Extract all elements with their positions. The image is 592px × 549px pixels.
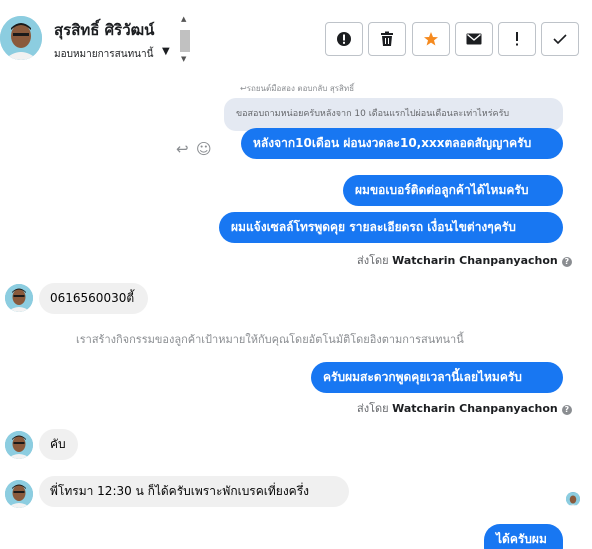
- sent-by-label: ส่งโดย Watcharin Chanpanyachon?: [357, 399, 572, 417]
- help-icon[interactable]: ?: [561, 257, 572, 267]
- star-icon: [424, 32, 438, 46]
- exclamation-circle-icon: [337, 32, 351, 46]
- outgoing-message[interactable]: ผมขอเบอร์ติดต่อลูกค้าได้ไหมครับ: [343, 175, 563, 206]
- contact-avatar: [5, 480, 33, 508]
- contact-avatar[interactable]: [0, 16, 42, 60]
- sent-by-prefix: ส่งโดย: [357, 254, 389, 267]
- sent-by-label: ส่งโดย Watcharin Chanpanyachon?: [357, 251, 572, 269]
- report-button[interactable]: [325, 22, 363, 56]
- incoming-message[interactable]: พี่โทรมา 12:30 น ก็ได้ครับเพราะพักเบรคเท…: [39, 476, 349, 507]
- exclamation-icon: [516, 32, 518, 46]
- outgoing-message[interactable]: ครับผมสะดวกพูดคุยเวลานี้เลยไหมครับ: [311, 362, 563, 393]
- seen-receipt-avatar: [566, 492, 580, 506]
- sent-by-prefix: ส่งโดย: [357, 402, 389, 415]
- reply-context-label: ↩รถยนต์มือสอง ตอบกลับ สุรสิทธิ์: [240, 84, 355, 93]
- star-button[interactable]: [412, 22, 450, 56]
- spam-button[interactable]: [498, 22, 536, 56]
- check-icon: [553, 34, 567, 45]
- conversation-header: สุรสิทธิ์ ศิริวัฒน์ มอบหมายการสนทนานี้ ▼…: [0, 0, 592, 78]
- assign-conversation-label[interactable]: มอบหมายการสนทนานี้: [54, 47, 153, 62]
- mark-unread-button[interactable]: [455, 22, 493, 56]
- sender-name: Watcharin Chanpanyachon: [392, 254, 558, 267]
- scroll-up-icon[interactable]: ▲: [181, 16, 186, 23]
- done-button[interactable]: [541, 22, 579, 56]
- outgoing-message[interactable]: ผมแจ้งเซลล์โทรพูดคุย รายละเอียดรถ เงื่อน…: [219, 212, 563, 243]
- contact-name[interactable]: สุรสิทธิ์ ศิริวัฒน์: [54, 18, 154, 42]
- contact-avatar: [5, 431, 33, 459]
- incoming-message[interactable]: 0616560030ตี้: [39, 283, 148, 314]
- incoming-message[interactable]: คับ: [39, 429, 78, 460]
- delete-button[interactable]: [368, 22, 406, 56]
- emoji-reaction-icon[interactable]: ☺: [196, 140, 212, 158]
- system-notice: เราสร้างกิจกรรมของลูกค้าเป้าหมายให้กับคุ…: [76, 333, 464, 346]
- sender-name: Watcharin Chanpanyachon: [392, 402, 558, 415]
- header-scrollbar[interactable]: ▲ ▼: [178, 16, 192, 66]
- help-icon[interactable]: ?: [561, 405, 572, 415]
- scroll-down-icon[interactable]: ▼: [181, 56, 186, 63]
- scrollbar-thumb[interactable]: [180, 30, 190, 52]
- envelope-icon: [466, 33, 482, 45]
- outgoing-message[interactable]: ได้ครับผม: [484, 524, 563, 549]
- quoted-message[interactable]: ขอสอบถามหน่อยครับหลังจาก 10 เดือนแรกไปผ่…: [224, 98, 563, 131]
- reply-icon[interactable]: ↩: [176, 140, 189, 158]
- contact-avatar: [5, 284, 33, 312]
- message-thread[interactable]: ↩รถยนต์มือสอง ตอบกลับ สุรสิทธิ์ ขอสอบถาม…: [0, 78, 592, 549]
- outgoing-message[interactable]: หลังจาก10เดือน ผ่อนงวดละ10,xxxตลอดสัญญาค…: [241, 128, 563, 159]
- trash-icon: [381, 31, 393, 46]
- assign-dropdown-caret-icon[interactable]: ▼: [162, 46, 170, 57]
